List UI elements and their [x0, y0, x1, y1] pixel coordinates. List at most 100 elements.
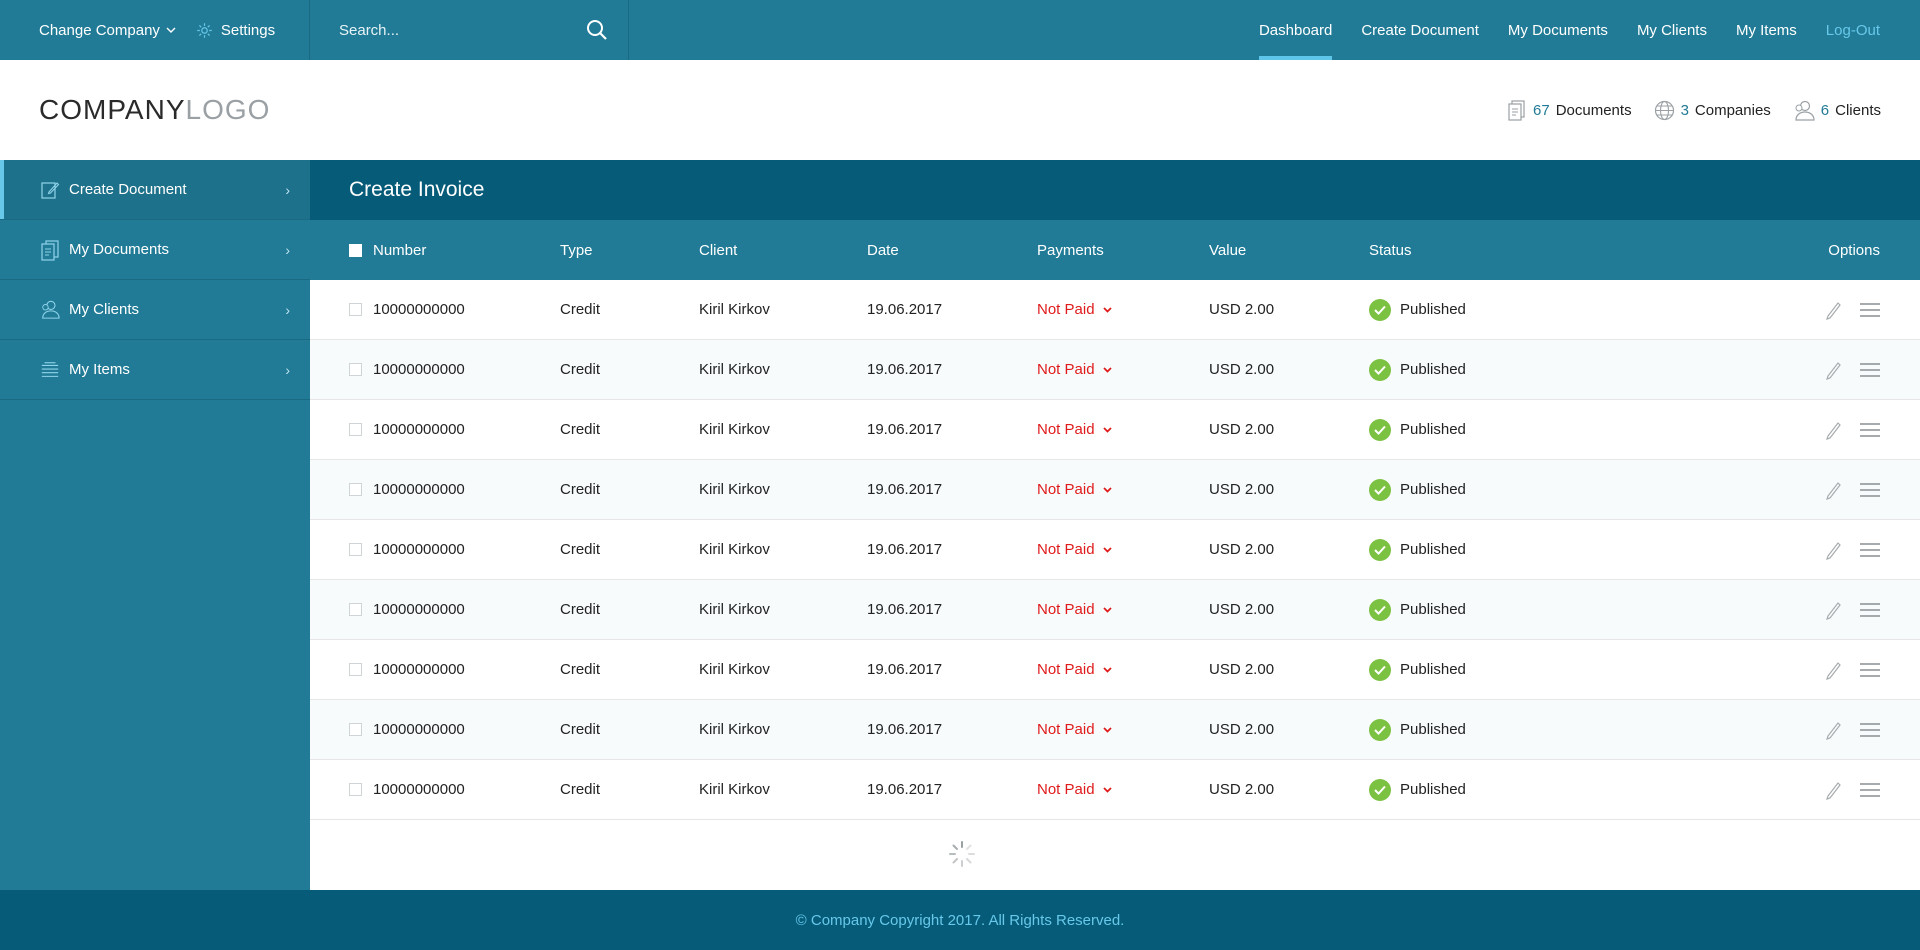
- cell-number: 10000000000: [349, 700, 465, 759]
- table-row[interactable]: 10000000000 Credit Kiril Kirkov 19.06.20…: [310, 640, 1920, 700]
- document-value: USD 2.00: [1209, 301, 1275, 318]
- settings-button[interactable]: Settings: [196, 22, 275, 39]
- table-row[interactable]: 10000000000 Credit Kiril Kirkov 19.06.20…: [310, 700, 1920, 760]
- nav-my-items[interactable]: My Items: [1736, 0, 1797, 60]
- options-cell: [1824, 700, 1880, 759]
- menu-icon[interactable]: [1860, 422, 1880, 437]
- row-checkbox[interactable]: [349, 603, 362, 616]
- row-checkbox[interactable]: [349, 303, 362, 316]
- payment-status-dropdown[interactable]: Not Paid: [1037, 661, 1112, 678]
- table-row[interactable]: 10000000000 Credit Kiril Kirkov 19.06.20…: [310, 520, 1920, 580]
- payment-status-dropdown[interactable]: Not Paid: [1037, 781, 1112, 798]
- sidebar-item-my-items[interactable]: My Items ›: [0, 340, 310, 400]
- menu-icon[interactable]: [1860, 302, 1880, 317]
- menu-icon[interactable]: [1860, 722, 1880, 737]
- users-icon: [1795, 100, 1815, 121]
- payment-status-label: Not Paid: [1037, 541, 1095, 558]
- top-navigation-bar: Change Company Settings Dashboard Create…: [0, 0, 1920, 60]
- clients-stat[interactable]: 6 Clients: [1793, 100, 1881, 121]
- pencil-icon[interactable]: [1824, 780, 1842, 800]
- pencil-icon[interactable]: [1824, 300, 1842, 320]
- nav-dashboard[interactable]: Dashboard: [1258, 0, 1333, 60]
- document-type: Credit: [560, 421, 601, 438]
- table-row[interactable]: 10000000000 Credit Kiril Kirkov 19.06.20…: [310, 340, 1920, 400]
- companies-stat[interactable]: 3 Companies: [1654, 100, 1771, 121]
- payment-cell: Not Paid: [1037, 340, 1112, 399]
- menu-icon[interactable]: [1860, 602, 1880, 617]
- table-row[interactable]: 10000000000 Credit Kiril Kirkov 19.06.20…: [310, 460, 1920, 520]
- document-type: Credit: [560, 541, 601, 558]
- menu-icon[interactable]: [1860, 782, 1880, 797]
- document-type: Credit: [560, 301, 601, 318]
- menu-icon[interactable]: [1860, 542, 1880, 557]
- nav-create-document[interactable]: Create Document: [1361, 0, 1479, 60]
- row-checkbox[interactable]: [349, 783, 362, 796]
- row-checkbox[interactable]: [349, 483, 362, 496]
- check-circle-icon: [1369, 718, 1391, 741]
- menu-icon[interactable]: [1860, 662, 1880, 677]
- pencil-icon[interactable]: [1824, 660, 1842, 680]
- document-date: 19.06.2017: [867, 541, 943, 558]
- document-type: Credit: [560, 721, 601, 738]
- sidebar-item-label: Create Document: [69, 181, 187, 198]
- select-all-checkbox[interactable]: [349, 243, 362, 257]
- pencil-icon[interactable]: [1824, 360, 1842, 380]
- row-checkbox[interactable]: [349, 423, 362, 436]
- table-row[interactable]: 10000000000 Credit Kiril Kirkov 19.06.20…: [310, 760, 1920, 820]
- payment-status-dropdown[interactable]: Not Paid: [1037, 721, 1112, 738]
- pencil-icon[interactable]: [1824, 540, 1842, 560]
- pencil-icon[interactable]: [1824, 480, 1842, 500]
- nav-my-clients[interactable]: My Clients: [1637, 0, 1707, 60]
- payment-status-dropdown[interactable]: Not Paid: [1037, 481, 1112, 498]
- check-circle-icon: [1369, 778, 1391, 801]
- payment-status-label: Not Paid: [1037, 661, 1095, 678]
- row-checkbox[interactable]: [349, 723, 362, 736]
- payment-status-dropdown[interactable]: Not Paid: [1037, 421, 1112, 438]
- documents-stat[interactable]: 67 Documents: [1507, 99, 1632, 121]
- status-cell: Published: [1369, 760, 1466, 819]
- table-row[interactable]: 10000000000 Credit Kiril Kirkov 19.06.20…: [310, 280, 1920, 340]
- search-input[interactable]: [339, 21, 569, 39]
- clients-icon: [40, 300, 60, 320]
- globe-icon: [1654, 100, 1674, 120]
- row-checkbox[interactable]: [349, 663, 362, 676]
- nav-logout[interactable]: Log-Out: [1826, 0, 1880, 60]
- pencil-icon[interactable]: [1824, 720, 1842, 740]
- company-logo[interactable]: COMPANYLOGO: [39, 94, 270, 126]
- chevron-down-icon: [1102, 546, 1112, 553]
- cell-number: 10000000000: [349, 640, 465, 699]
- menu-icon[interactable]: [1860, 362, 1880, 377]
- pencil-icon[interactable]: [1824, 600, 1842, 620]
- document-number: 10000000000: [373, 541, 465, 558]
- pencil-icon[interactable]: [1824, 420, 1842, 440]
- table-row[interactable]: 10000000000 Credit Kiril Kirkov 19.06.20…: [310, 580, 1920, 640]
- clients-label: Clients: [1835, 101, 1881, 119]
- chevron-down-icon: [1102, 726, 1112, 733]
- document-date: 19.06.2017: [867, 721, 943, 738]
- payment-status-dropdown[interactable]: Not Paid: [1037, 601, 1112, 618]
- payment-status-dropdown[interactable]: Not Paid: [1037, 301, 1112, 318]
- chevron-right-icon: ›: [285, 241, 290, 258]
- document-value: USD 2.00: [1209, 661, 1275, 678]
- sidebar-item-my-documents[interactable]: My Documents ›: [0, 220, 310, 280]
- row-checkbox[interactable]: [349, 543, 362, 556]
- search-icon[interactable]: [586, 19, 608, 41]
- nav-my-documents[interactable]: My Documents: [1508, 0, 1608, 60]
- sidebar-item-my-clients[interactable]: My Clients ›: [0, 280, 310, 340]
- sidebar-item-create-document[interactable]: Create Document ›: [0, 160, 310, 220]
- edit-document-icon: [40, 180, 60, 200]
- document-date: 19.06.2017: [867, 421, 943, 438]
- footer: © Company Copyright 2017. All Rights Res…: [0, 890, 1920, 950]
- payment-status-dropdown[interactable]: Not Paid: [1037, 361, 1112, 378]
- payment-status-label: Not Paid: [1037, 601, 1095, 618]
- change-company-dropdown[interactable]: Change Company: [39, 22, 176, 39]
- column-header-number: Number: [373, 241, 427, 259]
- payment-status-dropdown[interactable]: Not Paid: [1037, 541, 1112, 558]
- status-label: Published: [1400, 301, 1466, 318]
- row-checkbox[interactable]: [349, 363, 362, 376]
- table-row[interactable]: 10000000000 Credit Kiril Kirkov 19.06.20…: [310, 400, 1920, 460]
- status-cell: Published: [1369, 520, 1466, 579]
- table-header: Number Type Client Date Payments Value S…: [310, 220, 1920, 280]
- menu-icon[interactable]: [1860, 482, 1880, 497]
- status-label: Published: [1400, 481, 1466, 498]
